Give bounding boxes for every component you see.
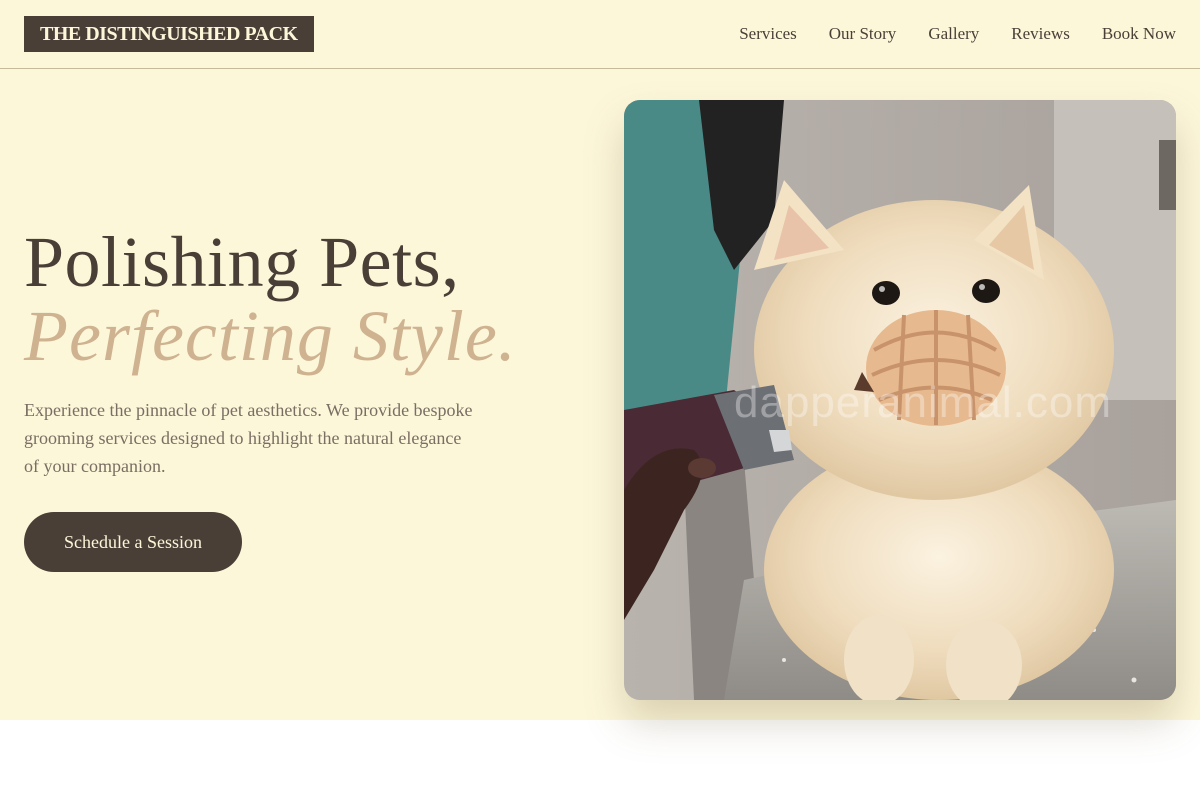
nav-link-reviews[interactable]: Reviews xyxy=(1011,24,1070,44)
nav-link-our-story[interactable]: Our Story xyxy=(829,24,897,44)
headline-line-1: Polishing Pets, xyxy=(24,222,460,302)
site-logo[interactable]: THE DISTINGUISHED PACK xyxy=(24,16,314,52)
nav-link-book-now[interactable]: Book Now xyxy=(1102,24,1176,44)
main-nav: Services Our Story Gallery Reviews Book … xyxy=(739,0,1176,68)
hero-photo-groomed-dog: dapperanimal.com xyxy=(624,100,1176,700)
hero-headline: Polishing Pets, Perfecting Style. xyxy=(24,224,584,372)
nav-link-services[interactable]: Services xyxy=(739,24,797,44)
nav-link-gallery[interactable]: Gallery xyxy=(928,24,979,44)
schedule-session-button[interactable]: Schedule a Session xyxy=(24,512,242,572)
page: THE DISTINGUISHED PACK Services Our Stor… xyxy=(0,0,1200,800)
hero-description: Experience the pinnacle of pet aesthetic… xyxy=(24,400,473,476)
site-header: THE DISTINGUISHED PACK Services Our Stor… xyxy=(0,0,1200,69)
headline-line-2: Perfecting Style. xyxy=(24,296,517,376)
image-watermark: dapperanimal.com xyxy=(734,378,1112,427)
